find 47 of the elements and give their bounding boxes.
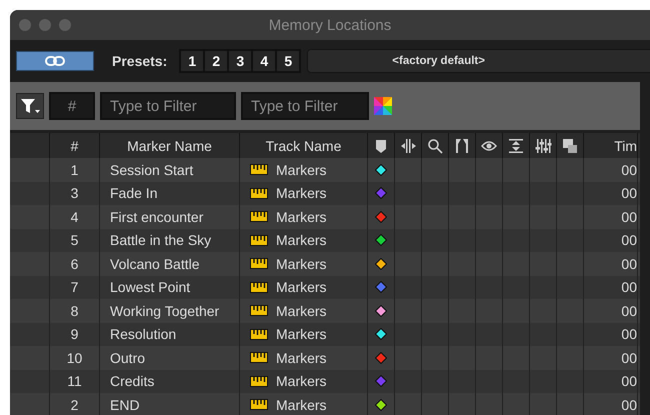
preset-button[interactable]: 2 — [204, 50, 228, 72]
marker-name-cell: END — [100, 393, 240, 415]
overlap-icon[interactable] — [562, 138, 578, 154]
filter-menu-button[interactable] — [16, 93, 44, 119]
preset-button[interactable]: 1 — [180, 50, 204, 72]
color-filter-icon[interactable] — [374, 97, 392, 115]
track-name-cell: Markers — [276, 326, 327, 342]
width-icon[interactable] — [400, 138, 416, 154]
align-icon[interactable] — [508, 138, 524, 154]
bracket-icon[interactable] — [454, 138, 470, 154]
ruler-icon — [250, 164, 268, 176]
ruler-icon — [250, 282, 268, 293]
ruler-icon — [250, 258, 268, 270]
preset-button[interactable]: 4 — [252, 50, 276, 72]
ruler-icon — [250, 305, 268, 316]
number-filter-field[interactable]: # — [49, 92, 95, 120]
track-name-cell: Markers — [276, 232, 327, 248]
time-cell: 00 — [584, 393, 638, 415]
ruler-icon — [250, 234, 268, 246]
track-name-cell: Markers — [276, 256, 327, 272]
track-name-cell: Markers — [276, 373, 327, 390]
presets-label: Presets: — [112, 53, 168, 69]
track-name-cell: Markers — [276, 302, 327, 319]
preset-button[interactable]: 5 — [276, 50, 300, 72]
link-icon — [45, 55, 65, 67]
preset-button[interactable]: 3 — [228, 50, 252, 72]
ruler-icon — [250, 399, 268, 410]
track-name-cell: Markers — [276, 208, 327, 225]
mixer-icon[interactable] — [534, 138, 552, 154]
track-name-cell: Markers — [276, 185, 327, 202]
preset-dropdown[interactable]: <factory default> — [307, 49, 650, 73]
track-name-cell: Markers — [276, 279, 327, 296]
window-title: Memory Locations — [268, 16, 392, 34]
track-name-cell: Markers — [276, 162, 327, 178]
ruler-icon — [250, 188, 268, 199]
ruler-icon — [250, 352, 268, 364]
name-filter-field[interactable]: Type to Filter — [100, 92, 236, 120]
ruler-icon — [250, 376, 268, 387]
number-cell: 2 — [50, 393, 100, 415]
link-button[interactable] — [16, 51, 94, 71]
ruler-icon — [250, 328, 268, 340]
search-icon[interactable] — [426, 138, 444, 154]
track-name-cell: Markers — [276, 350, 327, 366]
track-name-cell: Markers — [276, 396, 327, 413]
filter-icon — [20, 98, 40, 114]
ruler-icon — [250, 211, 268, 222]
track-filter-field[interactable]: Type to Filter — [241, 92, 369, 120]
